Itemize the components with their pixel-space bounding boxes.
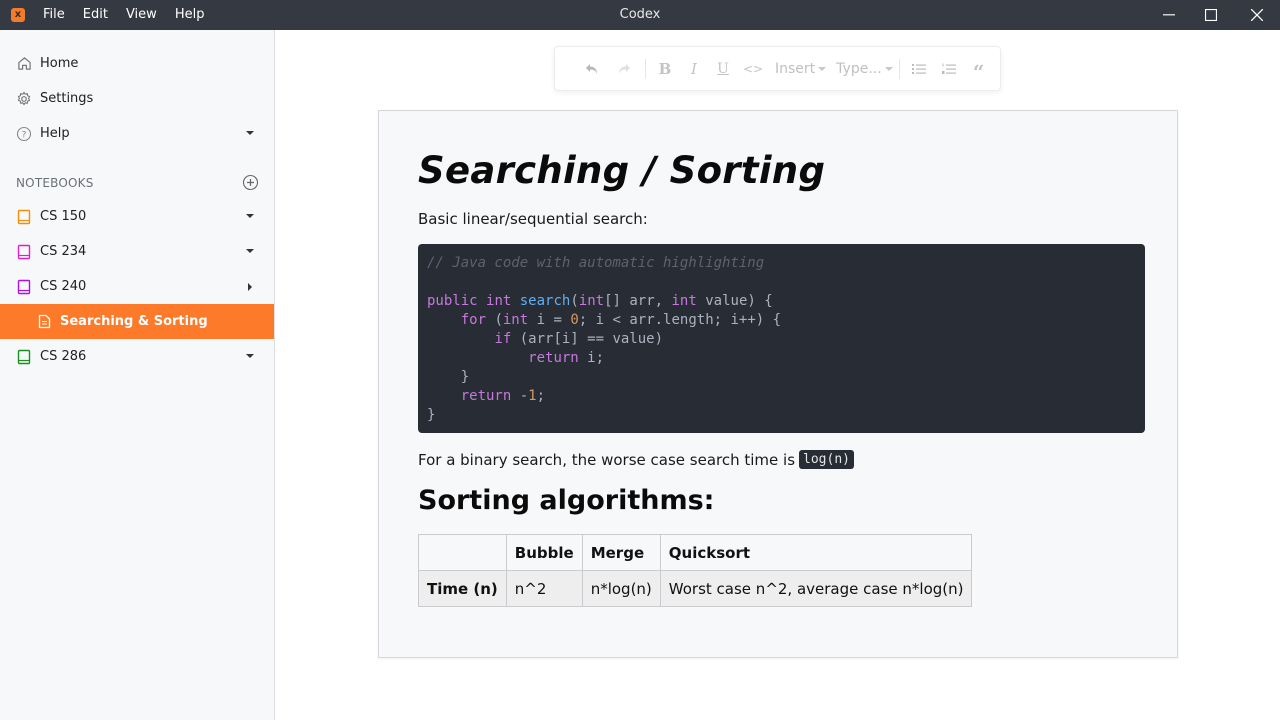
table-cell[interactable]: n^2: [505, 570, 583, 607]
toolbar-divider: [898, 58, 900, 79]
chevron-right-icon[interactable]: [245, 282, 255, 292]
insert-dropdown[interactable]: Insert: [775, 60, 827, 77]
question-circle-icon: ?: [16, 126, 32, 142]
sidebar: Home Settings ? Help NOTEBOOKS CS 150 CS…: [0, 30, 275, 720]
section-heading[interactable]: Sorting algorithms:: [418, 485, 714, 516]
document-icon: [36, 314, 52, 330]
notebook-label: CS 150: [40, 209, 87, 224]
sidebar-item-home[interactable]: Home: [0, 46, 274, 81]
sidebar-item-help[interactable]: ? Help: [0, 116, 274, 151]
notebook-cs286[interactable]: CS 286: [0, 339, 274, 374]
table-header-row: Bubble Merge Quicksort: [418, 534, 973, 571]
notebook-label: CS 234: [40, 244, 87, 259]
minimize-button[interactable]: [1146, 0, 1192, 30]
menu-edit[interactable]: Edit: [74, 0, 117, 30]
type-label: Type...: [836, 60, 882, 77]
plus-circle-icon: [242, 174, 259, 191]
maximize-icon: [1205, 9, 1217, 21]
undo-button[interactable]: [581, 59, 603, 79]
algorithms-table[interactable]: Bubble Merge Quicksort Time (n) n^2 n*lo…: [418, 534, 973, 607]
title-bar: x File Edit View Help Codex: [0, 0, 1280, 30]
notebook-icon: [16, 244, 32, 260]
sidebar-item-label: Settings: [40, 91, 94, 106]
italic-button[interactable]: I: [685, 59, 703, 79]
code-block[interactable]: // Java code with automatic highlighting…: [418, 244, 1145, 433]
note-page[interactable]: Searching / Sorting Basic linear/sequent…: [378, 110, 1178, 658]
paragraph-text: For a binary search, the worse case sear…: [418, 450, 796, 469]
notebook-cs234[interactable]: CS 234: [0, 234, 274, 269]
page-label: Searching & Sorting: [60, 314, 208, 329]
table-header-cell[interactable]: [418, 534, 507, 571]
menu-bar: File Edit View Help: [34, 0, 213, 30]
menu-view[interactable]: View: [117, 0, 166, 30]
menu-file[interactable]: File: [34, 0, 74, 30]
paragraph[interactable]: Basic linear/sequential search:: [418, 210, 648, 228]
notebook-label: CS 286: [40, 349, 87, 364]
chevron-down-icon: [884, 66, 893, 71]
insert-label: Insert: [775, 60, 816, 77]
sidebar-item-label: Home: [40, 56, 79, 71]
menu-help[interactable]: Help: [166, 0, 214, 30]
bullet-list-button[interactable]: [910, 59, 928, 79]
page-searching-sorting[interactable]: Searching & Sorting: [0, 304, 274, 339]
chevron-down-icon: [818, 66, 827, 71]
chevron-down-icon[interactable]: [245, 352, 255, 362]
formatting-toolbar: B I U <> Insert Type... “: [554, 46, 1001, 91]
paragraph[interactable]: For a binary search, the worse case sear…: [418, 450, 854, 469]
home-icon: [16, 56, 32, 72]
sidebar-item-label: Help: [40, 126, 70, 141]
bold-button[interactable]: B: [656, 59, 674, 79]
numbered-list-button[interactable]: [940, 59, 958, 79]
table-row: Time (n) n^2 n*log(n) Worst case n^2, av…: [418, 570, 973, 607]
type-dropdown[interactable]: Type...: [836, 61, 893, 77]
chevron-down-icon[interactable]: [245, 212, 255, 222]
chevron-down-icon[interactable]: [245, 247, 255, 257]
maximize-button[interactable]: [1188, 0, 1234, 30]
chevron-down-icon[interactable]: [245, 129, 255, 139]
bullet-list-icon: [911, 63, 926, 74]
close-button[interactable]: [1234, 0, 1280, 30]
table-header-cell[interactable]: Bubble: [505, 534, 583, 571]
underline-button[interactable]: U: [714, 59, 732, 79]
notebook-label: CS 240: [40, 279, 87, 294]
table-header-cell[interactable]: Quicksort: [659, 534, 973, 571]
close-icon: [1251, 9, 1263, 21]
editor-area: B I U <> Insert Type... “ Searching / So…: [275, 30, 1280, 720]
svg-text:?: ?: [22, 130, 27, 140]
minimize-icon: [1163, 14, 1175, 16]
codex-logo-icon: x: [11, 8, 25, 22]
notebooks-section-label: NOTEBOOKS: [16, 176, 94, 190]
redo-button[interactable]: [613, 59, 635, 79]
redo-icon: [619, 63, 630, 74]
table-cell[interactable]: Time (n): [418, 570, 507, 607]
notebook-cs240[interactable]: CS 240: [0, 269, 274, 304]
notebook-icon: [16, 349, 32, 365]
note-title[interactable]: Searching / Sorting: [418, 149, 825, 192]
numbered-list-icon: [941, 63, 956, 74]
table-cell[interactable]: n*log(n): [581, 570, 661, 607]
table-header-cell[interactable]: Merge: [581, 534, 661, 571]
blockquote-button[interactable]: “: [970, 59, 988, 84]
gear-icon: [16, 91, 32, 107]
add-notebook-button[interactable]: [242, 174, 259, 191]
notebook-icon: [16, 279, 32, 295]
code-button[interactable]: <>: [743, 59, 763, 79]
table-cell[interactable]: Worst case n^2, average case n*log(n): [659, 570, 973, 607]
sidebar-item-settings[interactable]: Settings: [0, 81, 274, 116]
toolbar-divider: [645, 58, 646, 79]
notebook-icon: [16, 209, 32, 225]
inline-code: log(n): [799, 450, 854, 469]
notebook-cs150[interactable]: CS 150: [0, 199, 274, 234]
undo-icon: [586, 63, 597, 74]
